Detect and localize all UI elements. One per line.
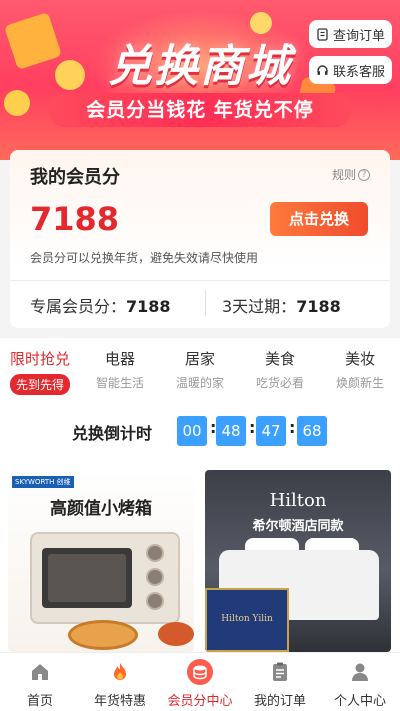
tab-beauty[interactable]: 美妆 焕颜新生	[320, 348, 400, 391]
brand-tag: SKYWORTH 创维	[12, 476, 74, 488]
tab-label: 美妆	[344, 350, 375, 368]
nav-label: 个人中心	[333, 694, 386, 709]
nav-points-center[interactable]: 会员分中心	[160, 659, 240, 709]
user-icon	[352, 663, 368, 681]
exclusive-points-value: 7188	[126, 297, 171, 316]
divider	[10, 280, 390, 281]
nav-label: 年货特惠	[93, 694, 146, 709]
nav-label: 会员分中心	[167, 694, 233, 709]
nav-label: 我的订单	[253, 694, 306, 709]
coins-icon	[193, 665, 207, 680]
rules-link[interactable]: 规则 ?	[332, 166, 370, 183]
nav-home[interactable]: 首页	[0, 659, 80, 709]
tab-food[interactable]: 美食 吃货必看	[240, 348, 320, 391]
exclusive-points: 专属会员分：7188	[30, 293, 171, 317]
clipboard-icon	[273, 662, 287, 681]
bag-text: Hilton Yilin	[221, 614, 273, 624]
category-tabs: 限时抢兑 先到先得 电器 智能生活 居家 温暖的家 美食 吃货必看 美妆 焕颜新…	[0, 338, 400, 398]
headset-icon	[317, 64, 328, 75]
hilton-logo: Hilton	[269, 490, 327, 511]
tab-sublabel: 先到先得	[9, 374, 70, 395]
countdown-seconds: 47	[256, 416, 286, 446]
tab-label: 居家	[184, 350, 215, 368]
query-orders-button[interactable]: 查询订单	[308, 20, 392, 48]
expiring-points-value: 7188	[296, 297, 341, 316]
countdown-centiseconds: 68	[297, 416, 327, 446]
product-card-bedding[interactable]: Hilton 希尔顿酒店同款 Hilton Yilin	[205, 470, 391, 652]
points-note: 会员分可以兑换年货，避免失效请尽快使用	[30, 251, 259, 265]
tab-sublabel: 吃货必看	[255, 376, 304, 390]
countdown-minutes: 48	[216, 416, 246, 446]
pizza-image	[68, 620, 138, 650]
nav-label: 首页	[26, 694, 53, 709]
member-points-card: 我的会员分 规则 ? 7188 点击兑换 会员分可以兑换年货，避免失效请尽快使用…	[10, 150, 390, 328]
countdown-hours: 00	[177, 416, 207, 446]
oven-image	[30, 532, 180, 624]
nav-my-orders[interactable]: 我的订单	[240, 659, 320, 709]
product-title: 高颜值小烤箱	[50, 499, 152, 519]
gift-bag-image: Hilton Yilin	[205, 588, 289, 652]
tab-appliances[interactable]: 电器 智能生活	[80, 348, 160, 391]
tab-sublabel: 焕颜新生	[335, 376, 384, 390]
banner-subtitle: 会员分当钱花 年货兑不停	[48, 93, 352, 127]
countdown-colon: :	[249, 418, 256, 437]
tab-home[interactable]: 居家 温暖的家	[160, 348, 240, 391]
bottom-nav: 首页 年货特惠 会员分中心 我的订单 个人中心	[0, 652, 400, 711]
tab-flash-sale[interactable]: 限时抢兑 先到先得	[0, 348, 80, 395]
contact-service-button[interactable]: 联系客服	[308, 56, 392, 84]
food-image	[158, 622, 194, 646]
home-icon	[32, 664, 48, 680]
nav-personal-center[interactable]: 个人中心	[320, 659, 400, 709]
card-title: 我的会员分	[30, 167, 120, 188]
nav-new-year-deals[interactable]: 年货特惠	[80, 659, 160, 709]
exclusive-points-label: 专属会员分：	[30, 297, 127, 316]
tab-label: 限时抢兑	[9, 350, 70, 368]
tab-sublabel: 温暖的家	[175, 376, 224, 390]
countdown-label: 兑换倒计时	[72, 424, 153, 443]
expiring-points: 3天过期：7188	[222, 293, 341, 317]
product-grid: SKYWORTH 创维 高颜值小烤箱 Hilton 希尔顿酒店同款 Hilton…	[0, 462, 400, 652]
product-title: 希尔顿酒店同款	[252, 519, 344, 534]
banner: 兑换商城 会员分当钱花 年货兑不停 查询订单 联系客服	[0, 0, 400, 160]
expiring-points-label: 3天过期：	[222, 297, 297, 316]
question-icon: ?	[358, 168, 370, 181]
document-icon	[317, 27, 328, 41]
divider	[205, 290, 206, 316]
query-orders-label: 查询订单	[332, 28, 385, 44]
contact-service-label: 联系客服	[332, 64, 385, 80]
redeem-button[interactable]: 点击兑换	[270, 202, 368, 236]
product-card-oven[interactable]: SKYWORTH 创维 高颜值小烤箱	[8, 470, 194, 652]
tab-label: 美食	[264, 350, 295, 368]
tab-label: 电器	[104, 350, 135, 368]
rules-label: 规则	[331, 168, 356, 182]
countdown-colon: :	[289, 418, 296, 437]
tab-sublabel: 智能生活	[95, 376, 144, 390]
countdown: 兑换倒计时 00 : 48 : 47 : 68	[0, 398, 400, 462]
points-value: 7188	[30, 200, 120, 238]
fire-icon	[114, 663, 126, 680]
